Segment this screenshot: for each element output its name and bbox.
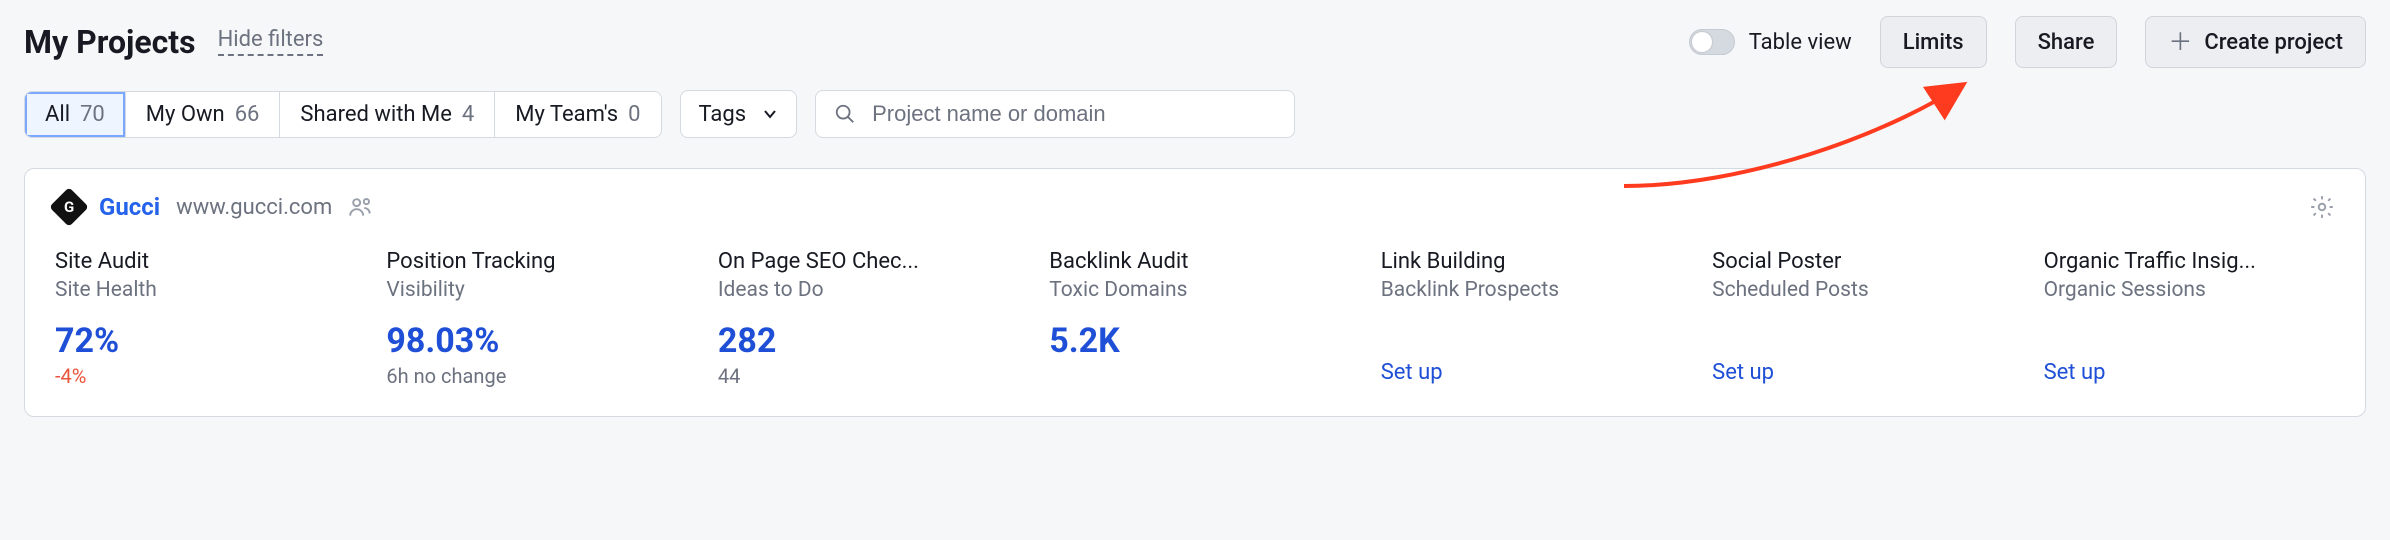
- share-label: Share: [2038, 30, 2095, 55]
- project-domain: www.gucci.com: [176, 195, 332, 220]
- tab-count: 0: [628, 102, 640, 127]
- metric-subtitle: Backlink Prospects: [1381, 278, 1672, 302]
- metric-title: Link Building: [1381, 249, 1672, 274]
- metric-delta: -4%: [55, 364, 346, 388]
- metric-backlink-audit[interactable]: Backlink Audit Toxic Domains 5.2K: [1049, 249, 1340, 388]
- tab-shared-with-me[interactable]: Shared with Me 4: [280, 92, 495, 137]
- project-card: G Gucci www.gucci.com Site Audit Site He…: [24, 168, 2366, 417]
- tab-label: My Team's: [515, 102, 618, 127]
- search-input[interactable]: [870, 100, 1276, 128]
- metric-organic-traffic[interactable]: Organic Traffic Insig... Organic Session…: [2044, 249, 2335, 388]
- hide-filters-link[interactable]: Hide filters: [218, 28, 324, 55]
- metric-delta: 6h no change: [386, 364, 677, 388]
- limits-button[interactable]: Limits: [1880, 16, 1987, 68]
- tab-label: My Own: [146, 102, 225, 127]
- metric-title: Site Audit: [55, 249, 346, 274]
- metric-value: 98.03%: [386, 324, 677, 358]
- metric-subtitle: Scheduled Posts: [1712, 278, 2003, 302]
- metric-title: On Page SEO Chec...: [718, 249, 1009, 274]
- share-button[interactable]: Share: [2015, 16, 2118, 68]
- metric-title: Social Poster: [1712, 249, 2003, 274]
- page-title: My Projects: [24, 23, 196, 61]
- tab-label: Shared with Me: [300, 102, 451, 127]
- metric-link-building[interactable]: Link Building Backlink Prospects Set up: [1381, 249, 1672, 388]
- metric-delta: 44: [718, 364, 1009, 388]
- metric-subtitle: Visibility: [386, 278, 677, 302]
- metric-title: Position Tracking: [386, 249, 677, 274]
- tags-label: Tags: [699, 102, 747, 127]
- limits-label: Limits: [1903, 30, 1964, 55]
- setup-link[interactable]: Set up: [1381, 360, 1672, 385]
- metric-subtitle: Site Health: [55, 278, 346, 302]
- metric-onpage-seo[interactable]: On Page SEO Chec... Ideas to Do 282 44: [718, 249, 1009, 388]
- tags-dropdown[interactable]: Tags: [680, 90, 798, 138]
- project-filter-tabs: All 70 My Own 66 Shared with Me 4 My Tea…: [24, 91, 662, 138]
- table-view-label: Table view: [1749, 30, 1852, 55]
- plus-icon: ＋: [2168, 30, 2192, 54]
- tab-count: 66: [235, 102, 260, 127]
- project-name-link[interactable]: Gucci: [99, 193, 160, 221]
- metric-title: Backlink Audit: [1049, 249, 1340, 274]
- table-view-toggle[interactable]: [1689, 29, 1735, 55]
- metric-subtitle: Toxic Domains: [1049, 278, 1340, 302]
- people-icon: [348, 194, 374, 220]
- gear-icon[interactable]: [2309, 194, 2335, 220]
- tab-my-own[interactable]: My Own 66: [126, 92, 281, 137]
- create-project-button[interactable]: ＋ Create project: [2145, 16, 2366, 68]
- metric-subtitle: Ideas to Do: [718, 278, 1009, 302]
- search-icon: [834, 103, 856, 125]
- search-box[interactable]: [815, 90, 1295, 138]
- metric-position-tracking[interactable]: Position Tracking Visibility 98.03% 6h n…: [386, 249, 677, 388]
- metric-social-poster[interactable]: Social Poster Scheduled Posts Set up: [1712, 249, 2003, 388]
- metric-site-audit[interactable]: Site Audit Site Health 72% -4%: [55, 249, 346, 388]
- project-favicon: G: [49, 187, 89, 227]
- metric-value: 72%: [55, 324, 346, 358]
- tab-count: 70: [80, 102, 105, 127]
- setup-link[interactable]: Set up: [2044, 360, 2335, 385]
- setup-link[interactable]: Set up: [1712, 360, 2003, 385]
- tab-count: 4: [462, 102, 474, 127]
- metric-value: 5.2K: [1049, 324, 1340, 358]
- tab-label: All: [45, 102, 70, 127]
- chevron-down-icon: [762, 106, 778, 122]
- create-project-label: Create project: [2204, 30, 2343, 55]
- metric-subtitle: Organic Sessions: [2044, 278, 2335, 302]
- metric-value: 282: [718, 324, 1009, 358]
- metric-title: Organic Traffic Insig...: [2044, 249, 2335, 274]
- tab-all[interactable]: All 70: [25, 92, 126, 137]
- tab-my-teams[interactable]: My Team's 0: [495, 92, 660, 137]
